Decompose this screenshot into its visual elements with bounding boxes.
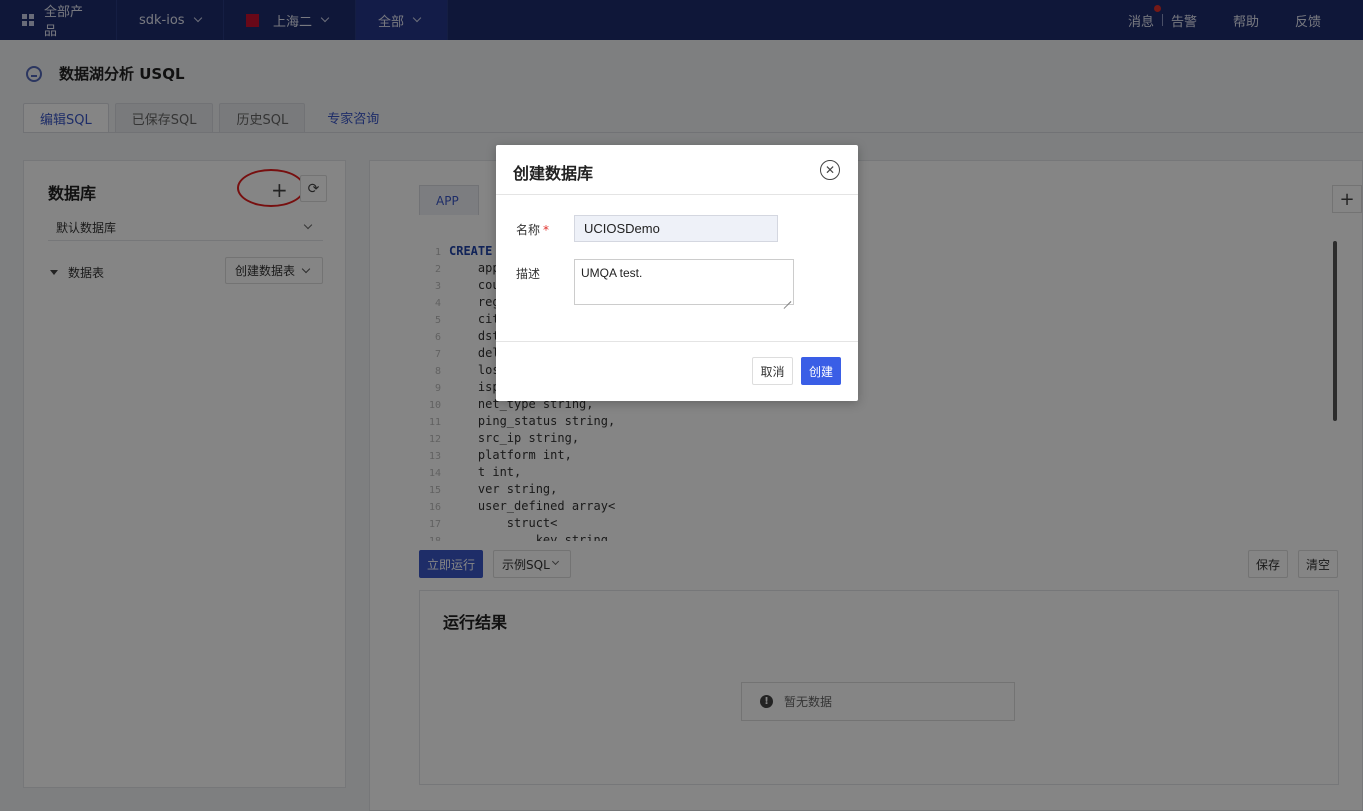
name-input[interactable] <box>574 215 778 242</box>
resize-handle[interactable] <box>782 293 791 302</box>
create-database-dialog: 创建数据库 ✕ 名称* 描述 UMQA test. 取消 创建 <box>496 145 858 401</box>
create-button[interactable]: 创建 <box>801 357 841 385</box>
dialog-header: 创建数据库 ✕ <box>496 145 858 195</box>
name-label-text: 名称 <box>516 223 541 237</box>
dialog-title: 创建数据库 <box>513 164 594 183</box>
dialog-divider <box>496 341 858 342</box>
description-label: 描述 <box>516 267 541 281</box>
name-label: 名称 * <box>516 221 549 238</box>
required-mark: * <box>543 223 550 237</box>
close-icon[interactable]: ✕ <box>820 160 840 180</box>
cancel-button[interactable]: 取消 <box>752 357 793 385</box>
close-glyph: ✕ <box>824 163 836 177</box>
modal-backdrop[interactable] <box>0 0 1363 811</box>
description-textarea[interactable]: UMQA test. <box>574 259 794 305</box>
